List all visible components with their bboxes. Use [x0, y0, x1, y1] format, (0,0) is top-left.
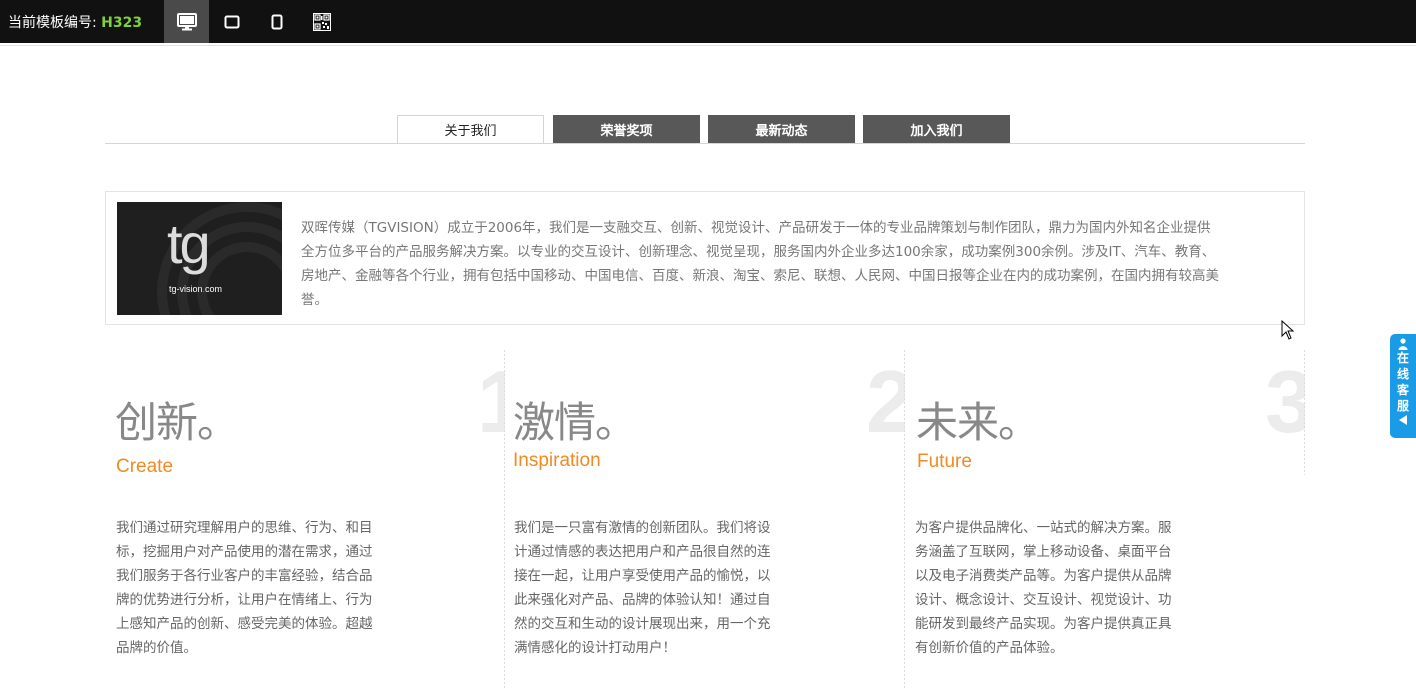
template-label: 当前模板编号: H323	[8, 12, 142, 32]
company-logo: tg tg-vision.com	[117, 202, 282, 315]
mouse-cursor-icon	[1281, 320, 1295, 340]
column-text: 为客户提供品牌化、一站式的解决方案。服务涵盖了互联网，掌上移动设备、桌面平台以及…	[915, 520, 1172, 656]
online-service-button[interactable]: 在线客服	[1390, 334, 1416, 438]
tab-about-us[interactable]: 关于我们	[397, 115, 544, 144]
tab-honors[interactable]: 荣誉奖项	[553, 115, 700, 143]
top-toolbar: 当前模板编号: H323	[0, 0, 1416, 43]
user-icon	[1398, 338, 1408, 350]
feature-column-create: 1 创新。 Create 我们通过研究理解用户的思维、行为、和目标，挖掘用户对产…	[105, 350, 505, 690]
column-subtitle: Future	[917, 451, 972, 472]
feature-column-inspiration: 2 激情。 Inspiration 我们是一只富有激情的创新团队。我们将设计通过…	[505, 350, 905, 690]
qrcode-button[interactable]	[299, 0, 344, 43]
desktop-view-button[interactable]	[164, 0, 209, 43]
header-divider	[0, 45, 1416, 46]
tablet-portrait-icon	[271, 14, 282, 29]
qrcode-icon	[312, 12, 331, 31]
online-service-label: 在线客服	[1396, 351, 1409, 413]
feature-column-future: 3 未来。 Future 为客户提供品牌化、一站式的解决方案。服务涵盖了互联网，…	[905, 350, 1305, 690]
column-title: 创新。	[115, 399, 239, 446]
tablet-landscape-icon	[224, 15, 239, 28]
tab-news[interactable]: 最新动态	[708, 115, 855, 143]
logo-url: tg-vision.com	[169, 284, 223, 294]
caret-left-icon	[1398, 415, 1407, 425]
company-intro: tg tg-vision.com 双晖传媒（TGVISION）成立于2006年，…	[105, 191, 1305, 325]
intro-text: 双晖传媒（TGVISION）成立于2006年，我们是一支融交互、创新、视觉设计、…	[301, 220, 1219, 308]
column-number: 1	[477, 358, 505, 446]
column-number: 2	[866, 358, 905, 446]
tablet-portrait-view-button[interactable]	[254, 0, 299, 43]
template-code: H323	[101, 15, 143, 31]
column-subtitle: Create	[116, 456, 174, 477]
column-divider	[1304, 350, 1305, 475]
desktop-icon	[176, 12, 197, 30]
column-text: 我们通过研究理解用户的思维、行为、和目标，挖掘用户对产品使用的潜在需求，通过我们…	[116, 520, 373, 656]
column-text: 我们是一只富有激情的创新团队。我们将设计通过情感的表达把用户和产品很自然的连接在…	[514, 520, 771, 656]
logo-mark: tg	[167, 212, 211, 275]
tab-join-us[interactable]: 加入我们	[863, 115, 1010, 143]
tabs-underline	[105, 143, 1305, 144]
column-title: 激情。	[513, 399, 637, 446]
template-label-text: 当前模板编号:	[8, 15, 97, 31]
column-subtitle: Inspiration	[513, 450, 601, 471]
tablet-landscape-view-button[interactable]	[209, 0, 254, 43]
column-number: 3	[1265, 358, 1305, 446]
column-title: 未来。	[916, 399, 1040, 446]
